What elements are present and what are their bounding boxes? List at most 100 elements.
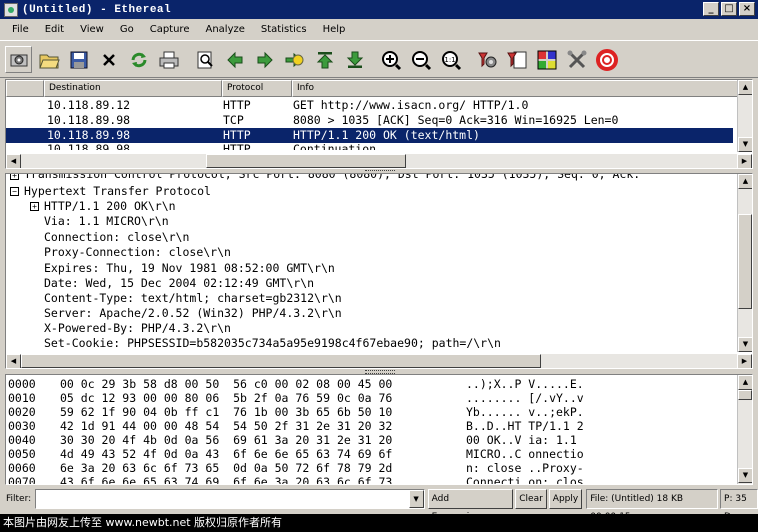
- packet-row[interactable]: 10.118.89.98 TCP 8080 > 1035 [ACK] Seq=0…: [6, 113, 733, 128]
- scroll-up-icon[interactable]: ▲: [738, 174, 752, 189]
- go-first-icon[interactable]: [311, 46, 338, 73]
- maximize-button[interactable]: □: [721, 2, 737, 16]
- packet-row-selected[interactable]: 10.118.89.98 HTTP HTTP/1.1 200 OK (text/…: [6, 128, 733, 143]
- menu-edit[interactable]: Edit: [37, 24, 72, 35]
- filter-input[interactable]: ▼: [35, 489, 425, 509]
- http-header-line[interactable]: Via: 1.1 MICRO\r\n: [44, 214, 169, 229]
- find-packet-icon[interactable]: [191, 46, 218, 73]
- scroll-down-icon[interactable]: ▼: [738, 468, 752, 483]
- scroll-up-icon[interactable]: ▲: [738, 80, 752, 95]
- packet-info: GET http://www.isacn.org/ HTTP/1.0: [293, 98, 529, 112]
- coloring-rules-icon[interactable]: [533, 46, 560, 73]
- menu-help[interactable]: Help: [315, 24, 354, 35]
- save-file-icon[interactable]: [65, 46, 92, 73]
- go-forward-icon[interactable]: [251, 46, 278, 73]
- scroll-right-icon[interactable]: ▶: [737, 354, 752, 368]
- http-header-line[interactable]: Content-Type: text/html; charset=gb2312\…: [44, 291, 342, 306]
- http-header-line[interactable]: Server: Apache/2.0.52 (Win32) PHP/4.3.2\…: [44, 306, 342, 321]
- menu-file[interactable]: File: [4, 24, 37, 35]
- scroll-left-icon[interactable]: ◀: [6, 154, 21, 168]
- menu-bar: File Edit View Go Capture Analyze Statis…: [0, 19, 758, 41]
- http-header-line[interactable]: Date: Wed, 15 Dec 2004 02:12:49 GMT\r\n: [44, 276, 314, 291]
- zoom-in-icon[interactable]: [377, 46, 404, 73]
- hex-vscrollbar[interactable]: ▲ ▼: [737, 375, 752, 484]
- close-button[interactable]: ×: [739, 2, 755, 16]
- packet-count-status: P: 35 D: [720, 489, 758, 514]
- http-tree-label: Hypertext Transfer Protocol: [24, 184, 211, 198]
- clear-button[interactable]: Clear: [515, 489, 547, 509]
- scroll-right-icon[interactable]: ▶: [737, 154, 752, 168]
- reload-icon[interactable]: [125, 46, 152, 73]
- column-info[interactable]: Info: [292, 80, 739, 97]
- packet-row[interactable]: 10.118.89.98 HTTP Continuation: [6, 142, 733, 150]
- scroll-thumb[interactable]: [206, 154, 406, 168]
- packet-protocol: HTTP: [223, 142, 251, 150]
- http-header-line[interactable]: Connection: close\r\n: [44, 230, 189, 245]
- hex-dump-pane[interactable]: 0000 00 0c 29 3b 58 d8 00 50 56 c0 00 02 …: [5, 374, 753, 485]
- filter-dropdown-icon[interactable]: ▼: [408, 490, 424, 508]
- go-to-packet-icon[interactable]: [281, 46, 308, 73]
- scroll-down-icon[interactable]: ▼: [738, 137, 752, 152]
- scroll-thumb[interactable]: [738, 214, 752, 309]
- menu-view[interactable]: View: [72, 24, 112, 35]
- packet-list-vscrollbar[interactable]: ▲ ▼: [737, 80, 752, 152]
- add-expression-button[interactable]: Add Expression...: [427, 489, 514, 514]
- http-status-line[interactable]: + HTTP/1.1 200 OK\r\n: [30, 199, 730, 214]
- go-back-icon[interactable]: [221, 46, 248, 73]
- expand-icon[interactable]: +: [10, 174, 19, 180]
- title-bar[interactable]: (Untitled) - Ethereal _ □ ×: [0, 0, 758, 19]
- scroll-up-icon[interactable]: ▲: [738, 375, 752, 390]
- column-no[interactable]: [6, 80, 44, 97]
- preferences-icon[interactable]: [563, 46, 590, 73]
- capture-filter-icon[interactable]: [473, 46, 500, 73]
- collapse-icon[interactable]: −: [10, 187, 19, 196]
- print-icon[interactable]: [155, 46, 182, 73]
- column-protocol[interactable]: Protocol: [222, 80, 292, 97]
- http-header-line[interactable]: Proxy-Connection: close\r\n: [44, 245, 231, 260]
- filter-status-bar: Filter: ▼ Add Expression... Clear Apply …: [0, 487, 758, 514]
- tcp-tree-item[interactable]: + Transmission Control Protocol, Src Por…: [10, 174, 640, 182]
- zoom-out-icon[interactable]: [407, 46, 434, 73]
- scroll-left-icon[interactable]: ◀: [6, 354, 21, 368]
- packet-protocol: TCP: [223, 113, 244, 127]
- menu-analyze[interactable]: Analyze: [197, 24, 252, 35]
- packet-details-pane[interactable]: + Transmission Control Protocol, Src Por…: [5, 173, 753, 369]
- scroll-thumb[interactable]: [738, 390, 752, 400]
- packet-list-hscrollbar[interactable]: ◀ ▶: [6, 154, 752, 168]
- http-header-line[interactable]: X-Powered-By: PHP/4.3.2\r\n: [44, 321, 231, 336]
- menu-statistics[interactable]: Statistics: [253, 24, 315, 35]
- apply-button[interactable]: Apply: [548, 489, 583, 509]
- details-hscrollbar[interactable]: ◀ ▶: [6, 354, 752, 368]
- menu-go[interactable]: Go: [112, 24, 142, 35]
- packet-row[interactable]: 10.118.89.12 HTTP GET http://www.isacn.o…: [6, 98, 733, 113]
- packet-list-pane[interactable]: Destination Protocol Info 10.118.89.12 H…: [5, 79, 753, 169]
- app-icon[interactable]: [4, 2, 18, 17]
- packet-destination: 10.118.89.12: [47, 98, 131, 112]
- http-header-line[interactable]: Set-Cookie: PHPSESSID=b582035c734a5a95e9…: [44, 336, 501, 351]
- display-filter-icon[interactable]: [503, 46, 530, 73]
- expand-icon[interactable]: +: [30, 202, 39, 211]
- http-tree-item[interactable]: − Hypertext Transfer Protocol: [10, 184, 710, 199]
- http-header-line[interactable]: Expires: Thu, 19 Nov 1981 08:52:00 GMT\r…: [44, 261, 335, 276]
- column-destination[interactable]: Destination: [44, 80, 222, 97]
- open-file-icon[interactable]: [35, 46, 62, 73]
- packet-protocol: HTTP: [223, 98, 251, 112]
- packet-destination: 10.118.89.98: [47, 113, 131, 127]
- packet-destination: 10.118.89.98: [47, 128, 131, 142]
- go-last-icon[interactable]: [341, 46, 368, 73]
- filter-label: Filter:: [6, 494, 32, 504]
- scroll-down-icon[interactable]: ▼: [738, 337, 752, 352]
- details-vscrollbar[interactable]: ▲ ▼: [737, 174, 752, 352]
- packet-protocol: HTTP: [223, 128, 251, 142]
- scroll-thumb[interactable]: [21, 354, 541, 368]
- help-icon[interactable]: [593, 46, 620, 73]
- minimize-button[interactable]: _: [703, 2, 719, 16]
- watermark-caption: 本图片由网友上传至 www.newbt.net 版权归原作者所有: [0, 514, 758, 532]
- packet-destination: 10.118.89.98: [47, 142, 131, 150]
- ethereal-window: (Untitled) - Ethereal _ □ × File Edit Vi…: [0, 0, 758, 514]
- zoom-normal-icon[interactable]: 1:1: [437, 46, 464, 73]
- close-file-icon[interactable]: [95, 46, 122, 73]
- menu-capture[interactable]: Capture: [142, 24, 198, 35]
- interface-list-icon[interactable]: [5, 46, 32, 73]
- window-title: (Untitled) - Ethereal: [22, 3, 172, 16]
